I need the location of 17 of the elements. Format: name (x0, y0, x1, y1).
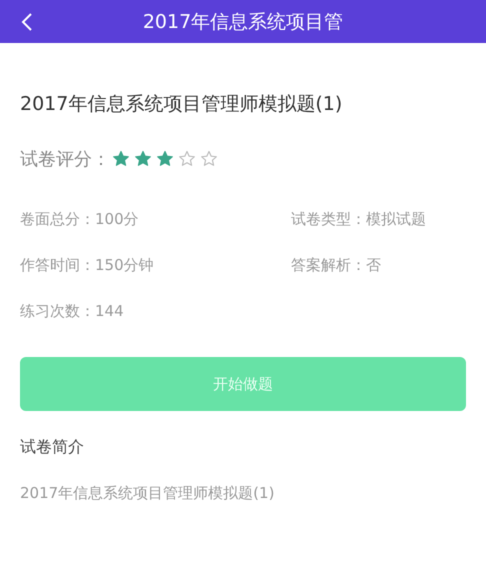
info-text: 卷面总分：100分 (20, 209, 140, 229)
rating-label: 试卷评分： (20, 148, 110, 171)
filled-star-icon (112, 150, 130, 168)
start-button[interactable]: 开始做题 (20, 357, 466, 411)
empty-star-icon (178, 150, 196, 168)
empty-star-icon (200, 150, 218, 168)
exam-title: 2017年信息系统项目管理师模拟题(1) (20, 92, 344, 117)
intro-text: 2017年信息系统项目管理师模拟题(1) (20, 484, 276, 503)
header-title: 2017年信息系统项目管 (142, 10, 344, 34)
filled-star-icon (156, 150, 174, 168)
info-text: 作答时间：150分钟 (20, 255, 155, 275)
filled-star-icon (134, 150, 152, 168)
back-chevron-icon (21, 12, 33, 32)
info-text: 答案解析：否 (291, 255, 382, 275)
info-text: 练习次数：144 (20, 301, 125, 321)
info-text: 试卷类型：模拟试题 (291, 209, 427, 229)
intro-heading: 试卷简介 (20, 437, 85, 458)
